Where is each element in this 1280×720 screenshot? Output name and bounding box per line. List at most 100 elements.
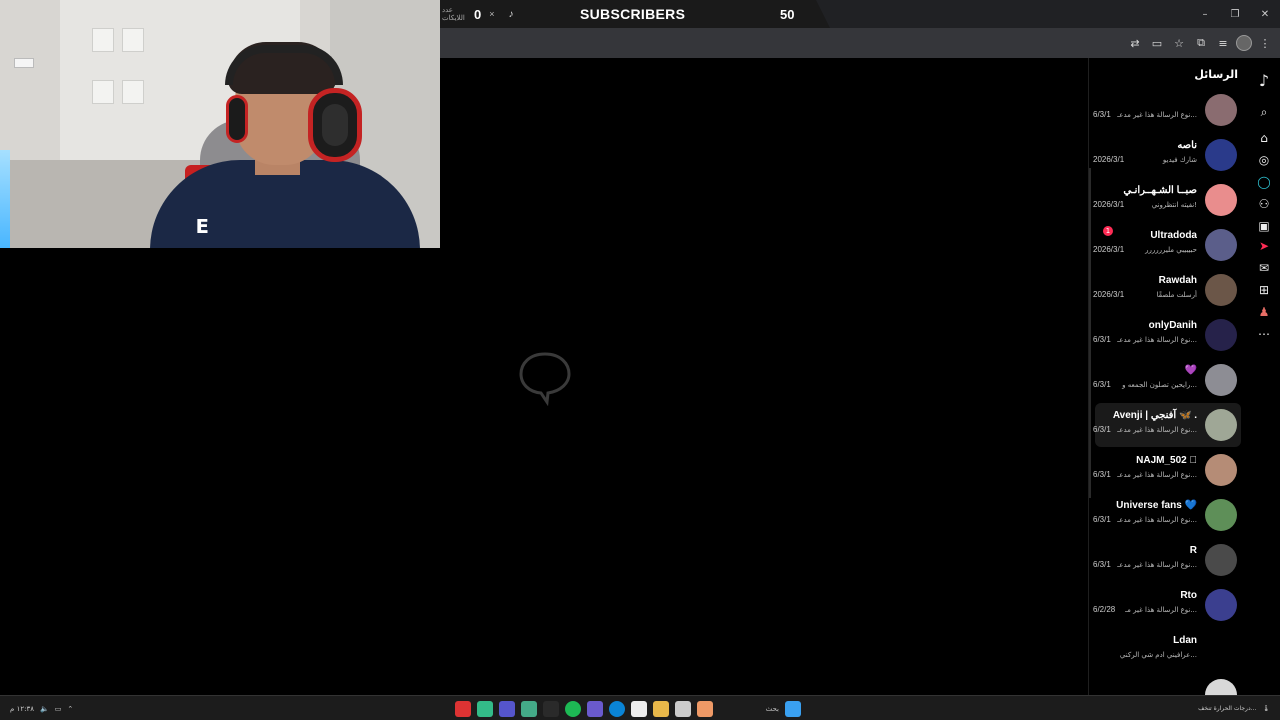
app-icon[interactable]: [587, 700, 603, 717]
windows-start-icon[interactable]: [785, 700, 801, 717]
conversation-date: 6/3/1: [1093, 110, 1111, 119]
conversation-preview: نفيته انتظروني!: [1151, 201, 1197, 209]
conversation-date: 6/3/1: [1093, 515, 1111, 524]
inbox-icon[interactable]: ✉: [1256, 260, 1272, 276]
conversation-date: 6/3/1: [1093, 380, 1111, 389]
conversation-item[interactable]: NAJM_502 🏻 نوع الرسالة هذا غير مدعـ... 6/3…: [1093, 448, 1241, 492]
windows-taskbar: ١٢:٣٨ م 🔈 ▭ ⌃ بحث درجات الحرارة تنخف... …: [0, 695, 1280, 720]
conversation-item[interactable]: Rto نوع الرسالة هذا غير مـ... 6/2/28: [1093, 583, 1241, 627]
send-icon[interactable]: ➤: [1256, 238, 1272, 254]
webcam-light-switch: [14, 58, 34, 68]
conversation-name: onlyDanih: [1148, 320, 1197, 331]
conversation-preview: نوع الرسالة هذا غير مدعـ...: [1117, 426, 1197, 434]
tiktok-logo-icon[interactable]: ♪: [1256, 71, 1272, 90]
profile-avatar[interactable]: [1236, 35, 1252, 51]
overlay-slant: [816, 0, 830, 28]
network-icon[interactable]: ▭: [55, 705, 62, 713]
extensions-icon[interactable]: ⧉: [1192, 34, 1210, 52]
weather-text[interactable]: درجات الحرارة تنخف...: [1198, 705, 1256, 712]
app-icon[interactable]: [697, 700, 713, 717]
bookmark-star-icon[interactable]: ☆: [1170, 34, 1188, 52]
conversation-item[interactable]: onlyDanih نوع الرسالة هذا غير مدعـ... 6/3/…: [1093, 313, 1241, 357]
media-icon[interactable]: ≡: [1214, 34, 1232, 52]
conversation-item[interactable]: Ldan عرافيني ادم شي الركني...: [1095, 628, 1241, 672]
tiktok-nav-rail: ♪ ⌕ ⌂ ◎ ◯ ⚇ ▣ ➤ ✉ ⊞ ♟ ⋯: [1248, 58, 1280, 695]
messages-panel: الرسائل نوع الرسالة هذا غير مدعـ... 6/3/1…: [1088, 58, 1242, 711]
conversation-date: 6/2/28: [1093, 605, 1116, 614]
conversation-date: 6/3/1: [1093, 470, 1111, 479]
app-icon[interactable]: [499, 700, 515, 717]
app-icon[interactable]: [675, 700, 691, 717]
conversation-item[interactable]: ناصه شارك فيديو 2026/3/1: [1093, 133, 1241, 177]
conversation-item[interactable]: Universe fans 💙 نوع الرسالة هذا غير مدعـ.…: [1093, 493, 1241, 537]
conversation-preview: نوع الرسالة هذا غير مدعـ...: [1117, 516, 1197, 524]
add-icon[interactable]: ⊞: [1256, 282, 1272, 298]
taskbar-search[interactable]: بحث: [719, 701, 779, 717]
conversation-name: صبــا الشـهــرانـي: [1123, 185, 1197, 196]
webcam-shelf: [122, 80, 144, 104]
avatar: [1205, 94, 1237, 126]
speaker-icon[interactable]: 🔈: [40, 705, 49, 713]
messages-heading: الرسائل: [1194, 68, 1238, 81]
edge-icon[interactable]: [609, 700, 625, 717]
conversation-item[interactable]: Ultradoda حبيبيبي مليرررررر 2026/3/1 1: [1093, 223, 1241, 267]
minimize-button[interactable]: –: [1190, 0, 1220, 28]
friends-icon[interactable]: ⚇: [1256, 196, 1272, 212]
avatar: [1205, 499, 1237, 531]
avatar: [1205, 409, 1237, 441]
conversation-item[interactable]: صبــا الشـهــرانـي نفيته انتظروني! 2026/3/…: [1093, 178, 1241, 222]
webcam-shelf: [122, 28, 144, 52]
window-controls: – ❐ ✕: [1190, 0, 1280, 28]
subscribers-title: SUBSCRIBERS: [580, 6, 686, 22]
conversation-date: 2026/3/1: [1093, 290, 1125, 299]
conversation-preview: حبيبيبي مليرررررر: [1145, 246, 1197, 254]
translate-icon[interactable]: ⇄: [1126, 34, 1144, 52]
spotify-icon[interactable]: [565, 700, 581, 717]
app-icon[interactable]: [521, 700, 537, 717]
conversation-date: 6/3/1: [1093, 335, 1111, 344]
messages-scrollbar[interactable]: [1089, 168, 1091, 498]
conversation-item[interactable]: نوع الرسالة هذا غير مدعـ... 6/3/1: [1093, 88, 1241, 132]
conversation-date: 2026/3/1: [1093, 200, 1125, 209]
tray-chevron-icon[interactable]: ⌃: [67, 705, 73, 713]
more-icon[interactable]: ⋯: [1256, 326, 1272, 342]
conversation-name: 💜: [1184, 365, 1197, 376]
avatar: [1205, 274, 1237, 306]
browser-toolbar: ⇄ ▭ ☆ ⧉ ≡ ⋮: [440, 28, 1280, 58]
conversation-preview: نوع الرسالة هذا غير مدعـ...: [1117, 111, 1197, 119]
home-icon[interactable]: ⌂: [1256, 130, 1272, 146]
conversation-name: Avenji | آفنجي 🦋 .: [1112, 410, 1197, 421]
store-icon[interactable]: [631, 700, 647, 717]
profile-icon[interactable]: ♟: [1256, 304, 1272, 320]
terminal-icon[interactable]: [543, 700, 559, 717]
conversation-item[interactable]: Avenji | آفنجي 🦋 . نوع الرسالة هذا غير مد…: [1093, 403, 1241, 447]
conversation-item[interactable]: Rawdah أرسلت ملصقًا 2026/3/1: [1093, 268, 1241, 312]
avatar: [1205, 589, 1237, 621]
menu-kebab-icon[interactable]: ⋮: [1256, 34, 1274, 52]
conversation-preview: نوع الرسالة هذا غير مدعـ...: [1117, 471, 1197, 479]
conversation-name: Rto: [1180, 590, 1197, 601]
subscribers-goal: 50: [780, 6, 795, 22]
conversation-name: Universe fans 💙: [1116, 500, 1197, 511]
conversation-item[interactable]: R نوع الرسالة هذا غير مدعـ... 6/3/1: [1093, 538, 1241, 582]
avatar: [1205, 319, 1237, 351]
live-icon[interactable]: ◯: [1256, 174, 1272, 190]
install-icon[interactable]: ▭: [1148, 34, 1166, 52]
unread-badge: 1: [1103, 226, 1113, 236]
tv-icon[interactable]: ▣: [1256, 218, 1272, 234]
taskbar-time[interactable]: ١٢:٣٨ م: [10, 705, 34, 713]
shirt-logo-icon: ᴇ: [195, 210, 210, 240]
conversation-name: Rawdah: [1158, 275, 1197, 286]
chrome-icon[interactable]: [477, 700, 493, 717]
weather-icon[interactable]: 🌡: [1262, 705, 1270, 712]
app-icon[interactable]: [455, 700, 471, 717]
toolbar-icons: ⇄ ▭ ☆ ⧉ ≡ ⋮: [1126, 28, 1274, 58]
search-icon[interactable]: ⌕: [1256, 104, 1272, 120]
overlay-close-icon: ×: [489, 9, 495, 19]
avatar: [1205, 184, 1237, 216]
restore-button[interactable]: ❐: [1220, 0, 1250, 28]
conversation-item[interactable]: 💜 رايحين تصلون الجمعه و... 6/3/1: [1093, 358, 1241, 402]
compass-icon[interactable]: ◎: [1256, 152, 1272, 168]
file-explorer-icon[interactable]: [653, 700, 669, 717]
close-window-button[interactable]: ✕: [1250, 0, 1280, 28]
